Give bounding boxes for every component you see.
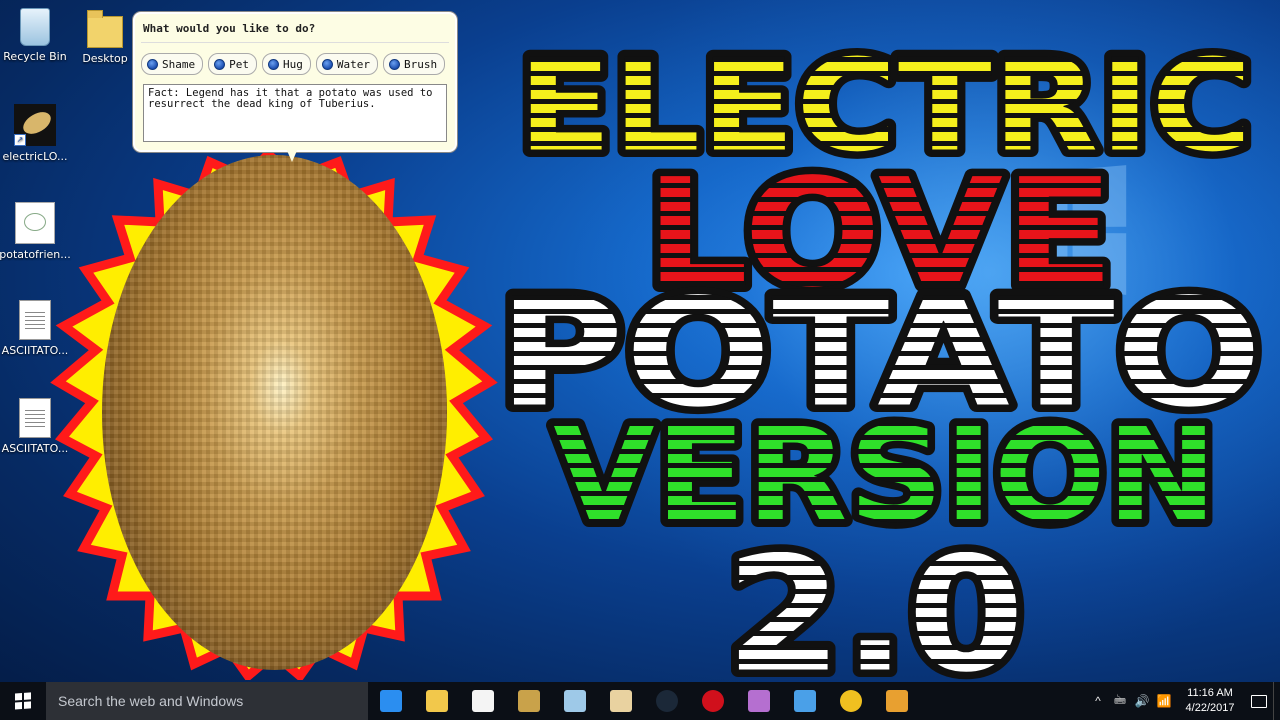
- network-icon[interactable]: 📶: [1153, 694, 1175, 708]
- action-shame-button[interactable]: Shame: [141, 53, 204, 75]
- action-label: Hug: [283, 57, 303, 71]
- record-icon: [702, 690, 724, 712]
- clock-date: 4/22/2017: [1185, 702, 1235, 714]
- edge-icon: [380, 690, 402, 712]
- taskbar-app-file-explorer[interactable]: [414, 682, 460, 720]
- bubble-tail: [285, 146, 299, 162]
- action-pet-button[interactable]: Pet: [208, 53, 257, 75]
- system-tray: ^ 🖮 🔊 📶 11:16 AM 4/22/2017: [1087, 682, 1280, 720]
- notepad-app-icon: [564, 690, 586, 712]
- taskbar-app-notepad-app[interactable]: [552, 682, 598, 720]
- taskbar-app-potato-app[interactable]: [736, 682, 782, 720]
- taskbar-app-potato-running[interactable]: [874, 682, 920, 720]
- title-artwork: ELECTRIC LOVE POTATO VERSION 2.0 ELECTRI…: [491, 25, 1270, 685]
- file-explorer-icon: [426, 690, 448, 712]
- taskbar-app-chrome[interactable]: [828, 682, 874, 720]
- desktop-icon-recycle-bin[interactable]: Recycle Bin: [0, 8, 74, 63]
- taskbar-app-steam[interactable]: [644, 682, 690, 720]
- action-radio-group: Shame Pet Hug Water Brush: [141, 53, 446, 75]
- action-label: Brush: [404, 57, 438, 71]
- app-99-icon: [518, 690, 540, 712]
- taskbar-apps: [368, 682, 920, 720]
- title-stripes-version-number: 2.0: [725, 521, 1025, 685]
- volume-icon[interactable]: 🔊: [1131, 694, 1153, 708]
- radio-icon: [147, 58, 158, 70]
- show-desktop-button[interactable]: [1273, 682, 1280, 720]
- radio-icon: [321, 58, 333, 70]
- recycle-bin-icon: [20, 8, 50, 46]
- action-label: Pet: [229, 57, 249, 71]
- bubble-question: What would you like to do?: [143, 22, 316, 35]
- input-method-icon[interactable]: 🖮: [1109, 691, 1131, 712]
- paint-icon: [610, 690, 632, 712]
- action-label: Water: [336, 57, 370, 71]
- shortcut-arrow-icon: ↗: [14, 134, 26, 146]
- potato-texture: [102, 155, 447, 670]
- taskbar-clock[interactable]: 11:16 AM 4/22/2017: [1175, 686, 1245, 716]
- taskbar-app-pen-app[interactable]: [782, 682, 828, 720]
- chrome-icon: [840, 690, 862, 712]
- radio-icon: [214, 58, 226, 70]
- potato-app-icon: [748, 690, 770, 712]
- taskbar-app-app-99[interactable]: [506, 682, 552, 720]
- action-label: Shame: [162, 57, 196, 71]
- radio-icon: [389, 58, 400, 70]
- start-button[interactable]: [0, 682, 46, 720]
- search-input[interactable]: [56, 692, 360, 710]
- fact-text-box: Fact: Legend has it that a potato was us…: [143, 84, 447, 142]
- taskbar-app-record[interactable]: [690, 682, 736, 720]
- desktop-icon-label: Recycle Bin: [3, 50, 67, 63]
- potato-speech-bubble: What would you like to do? Shame Pet Hug…: [133, 12, 457, 152]
- action-water-button[interactable]: Water: [315, 53, 378, 75]
- store-icon: [472, 690, 494, 712]
- taskbar-search-box[interactable]: [46, 682, 368, 720]
- pen-app-icon: [794, 690, 816, 712]
- clock-time: 11:16 AM: [1187, 687, 1233, 699]
- action-brush-button[interactable]: Brush: [383, 53, 446, 75]
- folder-icon: [87, 10, 123, 48]
- radio-icon: [268, 58, 279, 70]
- notification-icon: [1251, 694, 1267, 708]
- taskbar: ^ 🖮 🔊 📶 11:16 AM 4/22/2017: [0, 682, 1280, 720]
- taskbar-app-paint[interactable]: [598, 682, 644, 720]
- show-hidden-icons-chevron-icon[interactable]: ^: [1087, 694, 1109, 708]
- action-center-button[interactable]: [1245, 694, 1273, 708]
- action-hug-button[interactable]: Hug: [262, 53, 311, 75]
- taskbar-app-edge[interactable]: [368, 682, 414, 720]
- bubble-divider: [141, 42, 449, 43]
- potato-pet[interactable]: [102, 155, 447, 670]
- taskbar-app-store[interactable]: [460, 682, 506, 720]
- potato-shortcut-icon: ↗: [14, 104, 56, 146]
- windows-logo-icon: [15, 692, 31, 710]
- steam-icon: [656, 690, 678, 712]
- potato-running-icon: [886, 690, 908, 712]
